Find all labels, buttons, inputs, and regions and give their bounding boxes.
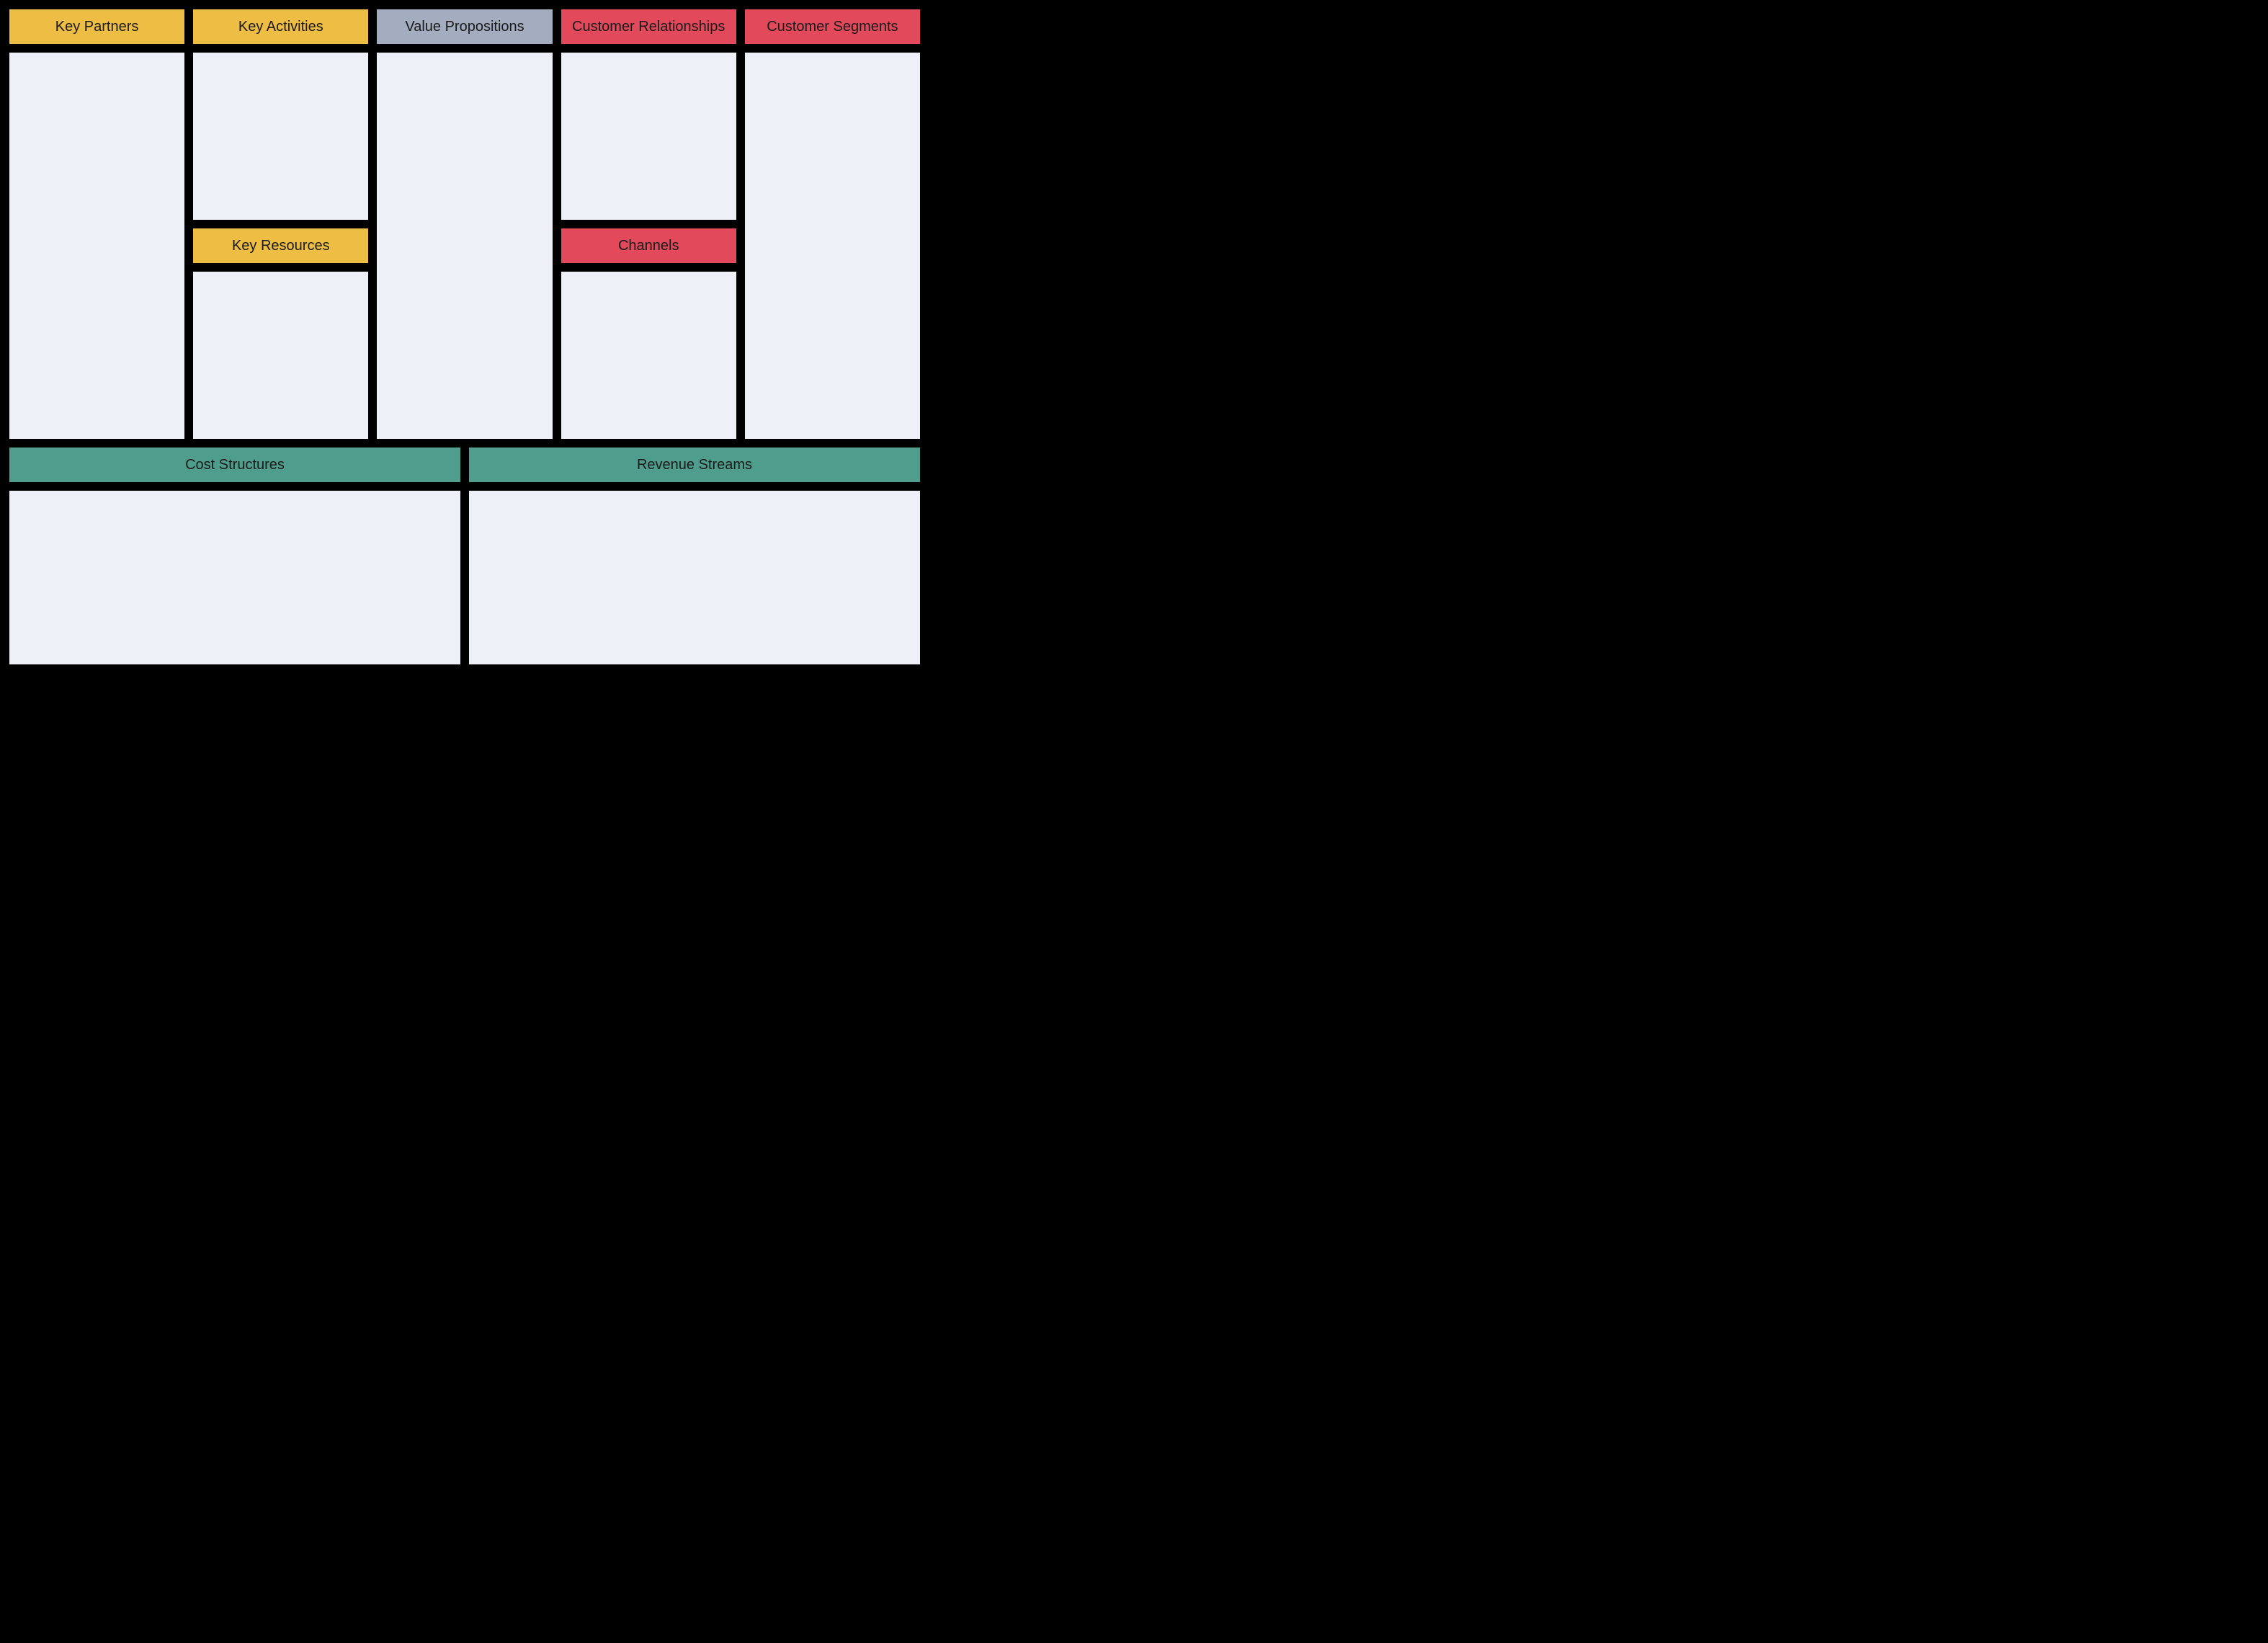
col-revenue-streams: Revenue Streams [467, 445, 922, 667]
col-key-activities-resources: Key Activities Key Resources [191, 7, 370, 441]
col-key-partners: Key Partners [7, 7, 187, 441]
content-channels[interactable] [559, 270, 738, 441]
content-key-resources[interactable] [191, 270, 370, 441]
header-value-propositions: Value Propositions [375, 7, 554, 46]
header-revenue-streams: Revenue Streams [467, 445, 922, 484]
content-revenue-streams[interactable] [467, 489, 922, 667]
top-section: Key Partners Key Activities Key Resource… [7, 7, 922, 441]
header-customer-relationships: Customer Relationships [559, 7, 738, 46]
business-model-canvas: Key Partners Key Activities Key Resource… [0, 0, 929, 674]
header-key-resources: Key Resources [191, 226, 370, 265]
header-key-activities: Key Activities [191, 7, 370, 46]
content-key-activities[interactable] [191, 50, 370, 222]
content-cost-structures[interactable] [7, 489, 463, 667]
header-key-partners: Key Partners [7, 7, 187, 46]
header-channels: Channels [559, 226, 738, 265]
content-customer-relationships[interactable] [559, 50, 738, 222]
bottom-section: Cost Structures Revenue Streams [7, 445, 922, 667]
content-value-propositions[interactable] [375, 50, 554, 441]
content-key-partners[interactable] [7, 50, 187, 441]
col-customer-segments: Customer Segments [743, 7, 922, 441]
col-relationships-channels: Customer Relationships Channels [559, 7, 738, 441]
col-cost-structures: Cost Structures [7, 445, 463, 667]
header-cost-structures: Cost Structures [7, 445, 463, 484]
content-customer-segments[interactable] [743, 50, 922, 441]
col-value-propositions: Value Propositions [375, 7, 554, 441]
header-customer-segments: Customer Segments [743, 7, 922, 46]
